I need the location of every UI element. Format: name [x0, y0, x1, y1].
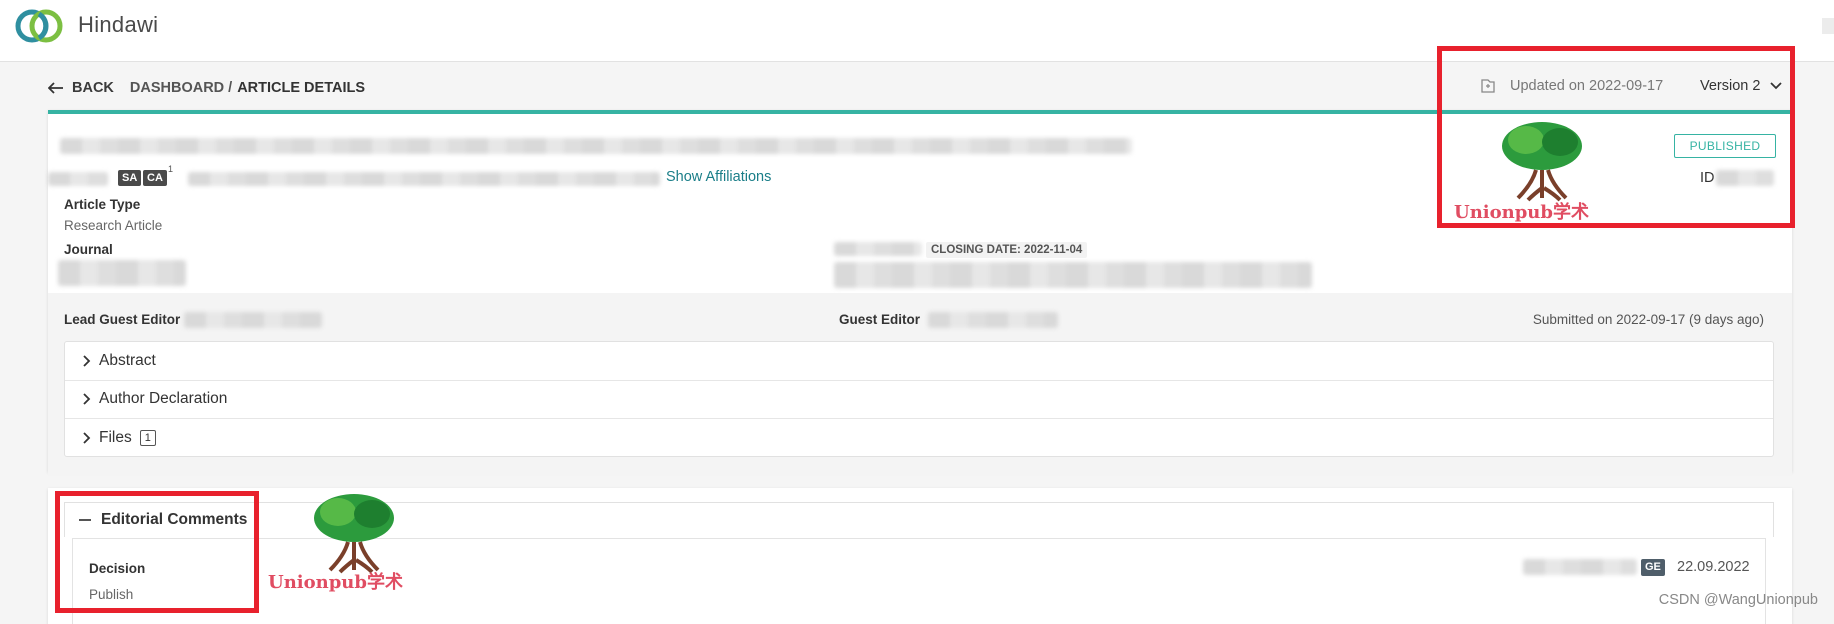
details-accordion: Abstract Author Declaration Files 1	[64, 341, 1774, 457]
guest-editor-redacted	[928, 312, 1058, 328]
special-issue-title-redacted	[834, 262, 1312, 288]
closing-date: CLOSING DATE: 2022-11-04	[926, 242, 1088, 258]
show-affiliations-link[interactable]: Show Affiliations	[666, 169, 771, 185]
chevron-right-icon	[83, 432, 91, 445]
lead-guest-editor-label: Lead Guest Editor	[64, 312, 181, 327]
article-title-redacted	[60, 138, 1132, 154]
arrow-left-icon	[48, 82, 63, 94]
tree-watermark-icon	[314, 494, 394, 574]
accordion-label: Abstract	[99, 351, 156, 369]
hindawi-logo-icon[interactable]	[12, 5, 68, 47]
tree-watermark-icon	[1502, 122, 1582, 202]
author-redacted	[48, 172, 108, 186]
breadcrumb: BACK DASHBOARD / ARTICLE DETAILS	[48, 78, 365, 98]
special-issue-redacted	[834, 242, 922, 256]
author-badge-sa: SA	[118, 170, 142, 186]
article-type-label: Article Type	[64, 197, 141, 212]
crumb-current: ARTICLE DETAILS	[237, 80, 366, 96]
author-affiliation-sup: 1	[168, 164, 174, 174]
watermark-text: Unionpub学术	[268, 572, 403, 593]
corner-mark	[1822, 18, 1834, 34]
decision-date: 22.09.2022	[1677, 559, 1750, 575]
role-tag: GE	[1641, 559, 1665, 576]
accordion-abstract[interactable]: Abstract	[65, 342, 1773, 381]
brand-name[interactable]: Hindawi	[78, 12, 158, 38]
chevron-right-icon	[83, 393, 91, 406]
csdn-watermark: CSDN @WangUnionpub	[1658, 592, 1818, 608]
accordion-label: Files	[99, 429, 132, 447]
crumb-dashboard[interactable]: DASHBOARD /	[130, 80, 232, 96]
authors-list-redacted	[188, 172, 660, 186]
editor-name-redacted	[1523, 559, 1637, 575]
back-button[interactable]: BACK	[48, 80, 114, 96]
submitted-date: Submitted on 2022-09-17 (9 days ago)	[1532, 312, 1764, 327]
back-label: BACK	[72, 80, 114, 96]
accordion-author-declaration[interactable]: Author Declaration	[65, 381, 1773, 420]
files-count: 1	[139, 430, 156, 447]
article-type-value: Research Article	[64, 218, 163, 233]
guest-editor-label: Guest Editor	[839, 312, 921, 327]
journal-label: Journal	[64, 242, 113, 257]
author-badge-ca: CA	[143, 170, 167, 186]
lead-guest-editor-redacted	[184, 312, 322, 328]
highlight-box-decision	[55, 491, 259, 613]
chevron-right-icon	[83, 355, 91, 367]
watermark-text: Unionpub学术	[1454, 202, 1589, 223]
journal-value-redacted	[58, 260, 186, 286]
accordion-label: Author Declaration	[99, 390, 228, 408]
accordion-files[interactable]: Files 1	[65, 419, 1773, 458]
